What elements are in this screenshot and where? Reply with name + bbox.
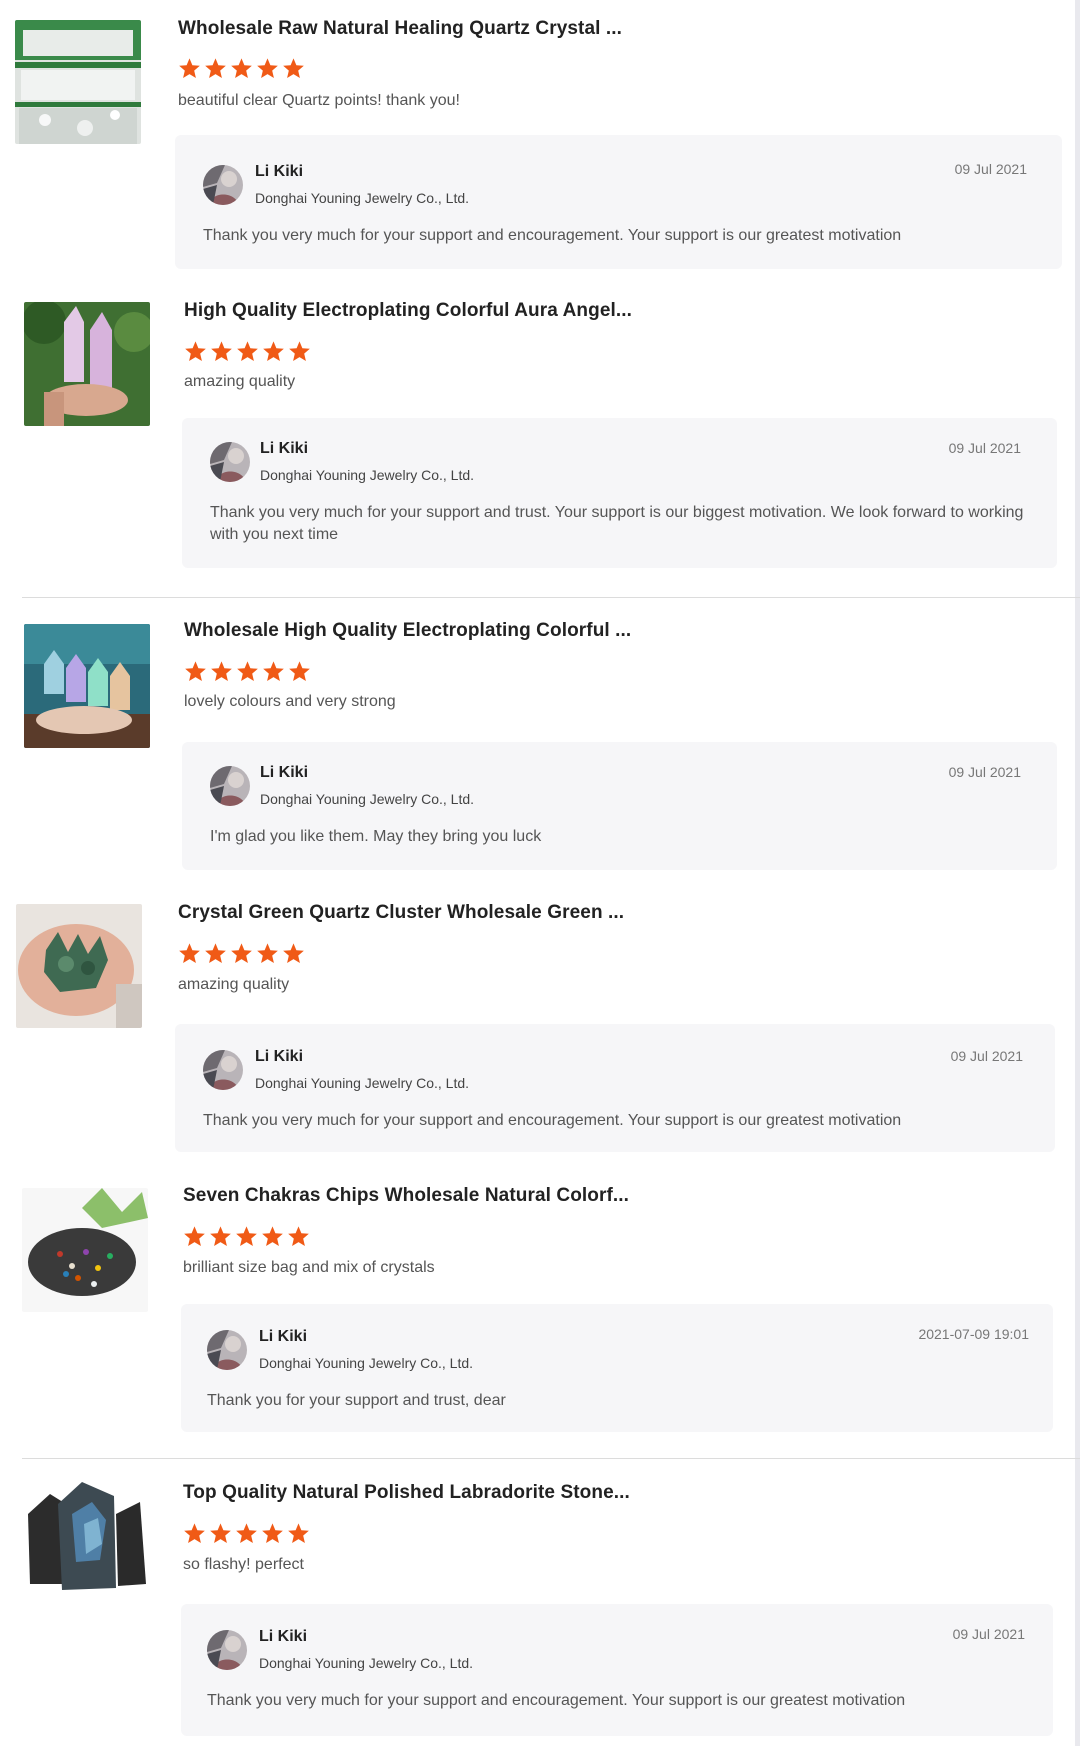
- star-rating: [184, 660, 311, 682]
- star-icon: [184, 1523, 205, 1543]
- star-icon: [237, 341, 258, 361]
- reply-date: 2021-07-09 19:01: [918, 1326, 1029, 1342]
- section-divider: [22, 1458, 1080, 1459]
- reply-author-name: Li Kiki: [260, 440, 309, 457]
- star-icon: [289, 661, 310, 681]
- star-rating: [178, 57, 305, 79]
- star-rating: [183, 1522, 310, 1544]
- reply-company: Donghai Youning Jewelry Co., Ltd.: [259, 1655, 474, 1671]
- avatar[interactable]: [210, 766, 250, 806]
- product-thumbnail[interactable]: [22, 1188, 148, 1312]
- product-title[interactable]: Seven Chakras Chips Wholesale Natural Co…: [183, 1185, 629, 1207]
- reply-author-name: Li Kiki: [255, 163, 304, 180]
- product-title[interactable]: Wholesale Raw Natural Healing Quartz Cry…: [178, 18, 622, 40]
- star-icon: [236, 1226, 257, 1246]
- product-thumbnail[interactable]: [16, 904, 142, 1028]
- avatar[interactable]: [203, 1050, 243, 1090]
- seller-reply: Li Kiki Donghai Youning Jewelry Co., Ltd…: [181, 1304, 1053, 1432]
- star-icon: [288, 1226, 309, 1246]
- product-thumbnail[interactable]: [22, 1474, 148, 1598]
- reply-company: Donghai Youning Jewelry Co., Ltd.: [260, 467, 475, 483]
- seller-reply: Li Kiki Donghai Youning Jewelry Co., Ltd…: [182, 418, 1057, 568]
- star-icon: [289, 341, 310, 361]
- star-icon: [283, 943, 304, 963]
- reply-date: 09 Jul 2021: [952, 1626, 1025, 1642]
- product-thumbnail[interactable]: [24, 302, 150, 426]
- star-icon: [185, 341, 206, 361]
- product-thumbnail[interactable]: [24, 624, 150, 748]
- star-icon: [263, 661, 284, 681]
- star-icon: [179, 58, 200, 78]
- product-title[interactable]: High Quality Electroplating Colorful Aur…: [184, 300, 632, 322]
- star-icon: [237, 661, 258, 681]
- star-icon: [211, 661, 232, 681]
- star-icon: [184, 1226, 205, 1246]
- reply-text: Thank you very much for your support and…: [203, 227, 902, 244]
- review-comment: so flashy! perfect: [183, 1556, 304, 1573]
- reply-company: Donghai Youning Jewelry Co., Ltd.: [259, 1355, 474, 1371]
- star-icon: [179, 943, 200, 963]
- reply-date: 09 Jul 2021: [948, 440, 1021, 456]
- section-divider: [22, 597, 1080, 598]
- seller-reply: Li Kiki Donghai Youning Jewelry Co., Ltd…: [182, 742, 1057, 870]
- star-icon: [210, 1226, 231, 1246]
- reply-date: 09 Jul 2021: [950, 1048, 1023, 1064]
- reply-date: 09 Jul 2021: [948, 764, 1021, 780]
- reply-text: I'm glad you like them. May they bring y…: [210, 828, 542, 845]
- review-item: Wholesale Raw Natural Healing Quartz Cry…: [0, 0, 1072, 280]
- star-icon: [257, 58, 278, 78]
- review-item: Seven Chakras Chips Wholesale Natural Co…: [0, 1170, 1072, 1460]
- reply-author-name: Li Kiki: [260, 764, 309, 781]
- reply-company: Donghai Youning Jewelry Co., Ltd.: [255, 190, 470, 206]
- star-icon: [205, 58, 226, 78]
- reply-company: Donghai Youning Jewelry Co., Ltd.: [260, 791, 475, 807]
- star-icon: [231, 58, 252, 78]
- star-icon: [288, 1523, 309, 1543]
- star-rating: [178, 942, 305, 964]
- review-comment: brilliant size bag and mix of crystals: [183, 1259, 435, 1276]
- star-icon: [262, 1226, 283, 1246]
- review-comment: lovely colours and very strong: [184, 693, 396, 710]
- review-comment: beautiful clear Quartz points! thank you…: [178, 92, 460, 109]
- star-icon: [231, 943, 252, 963]
- star-icon: [263, 341, 284, 361]
- page-right-edge: [1075, 0, 1080, 1746]
- avatar[interactable]: [210, 442, 250, 482]
- star-icon: [205, 943, 226, 963]
- star-icon: [283, 58, 304, 78]
- reply-company: Donghai Youning Jewelry Co., Ltd.: [255, 1075, 470, 1091]
- avatar[interactable]: [207, 1630, 247, 1670]
- star-icon: [257, 943, 278, 963]
- star-icon: [211, 341, 232, 361]
- star-icon: [185, 661, 206, 681]
- review-item: Wholesale High Quality Electroplating Co…: [0, 600, 1072, 890]
- product-title[interactable]: Crystal Green Quartz Cluster Wholesale G…: [178, 902, 624, 924]
- reply-text: Thank you for your support and trust, de…: [207, 1392, 506, 1409]
- star-rating: [184, 340, 311, 362]
- product-title[interactable]: Top Quality Natural Polished Labradorite…: [183, 1482, 630, 1504]
- seller-reply: Li Kiki Donghai Youning Jewelry Co., Ltd…: [181, 1604, 1053, 1736]
- seller-reply: Li Kiki Donghai Youning Jewelry Co., Ltd…: [175, 1024, 1055, 1152]
- reply-text: Thank you very much for your support and…: [210, 504, 1024, 543]
- star-rating: [183, 1225, 310, 1247]
- avatar[interactable]: [203, 165, 243, 205]
- review-item: Top Quality Natural Polished Labradorite…: [0, 1460, 1072, 1746]
- seller-reply: Li Kiki Donghai Youning Jewelry Co., Ltd…: [175, 135, 1062, 269]
- reply-text: Thank you very much for your support and…: [203, 1112, 902, 1129]
- reply-author-name: Li Kiki: [259, 1628, 308, 1645]
- star-icon: [210, 1523, 231, 1543]
- star-icon: [262, 1523, 283, 1543]
- reply-author-name: Li Kiki: [255, 1048, 304, 1065]
- review-item: Crystal Green Quartz Cluster Wholesale G…: [0, 890, 1072, 1170]
- review-comment: amazing quality: [178, 976, 290, 993]
- product-thumbnail[interactable]: [15, 20, 141, 144]
- reply-author-name: Li Kiki: [259, 1328, 308, 1345]
- product-title[interactable]: Wholesale High Quality Electroplating Co…: [184, 620, 631, 642]
- review-item: High Quality Electroplating Colorful Aur…: [0, 280, 1072, 600]
- review-comment: amazing quality: [184, 373, 296, 390]
- avatar[interactable]: [207, 1330, 247, 1370]
- reply-text: Thank you very much for your support and…: [207, 1692, 906, 1709]
- star-icon: [236, 1523, 257, 1543]
- reply-date: 09 Jul 2021: [954, 161, 1027, 177]
